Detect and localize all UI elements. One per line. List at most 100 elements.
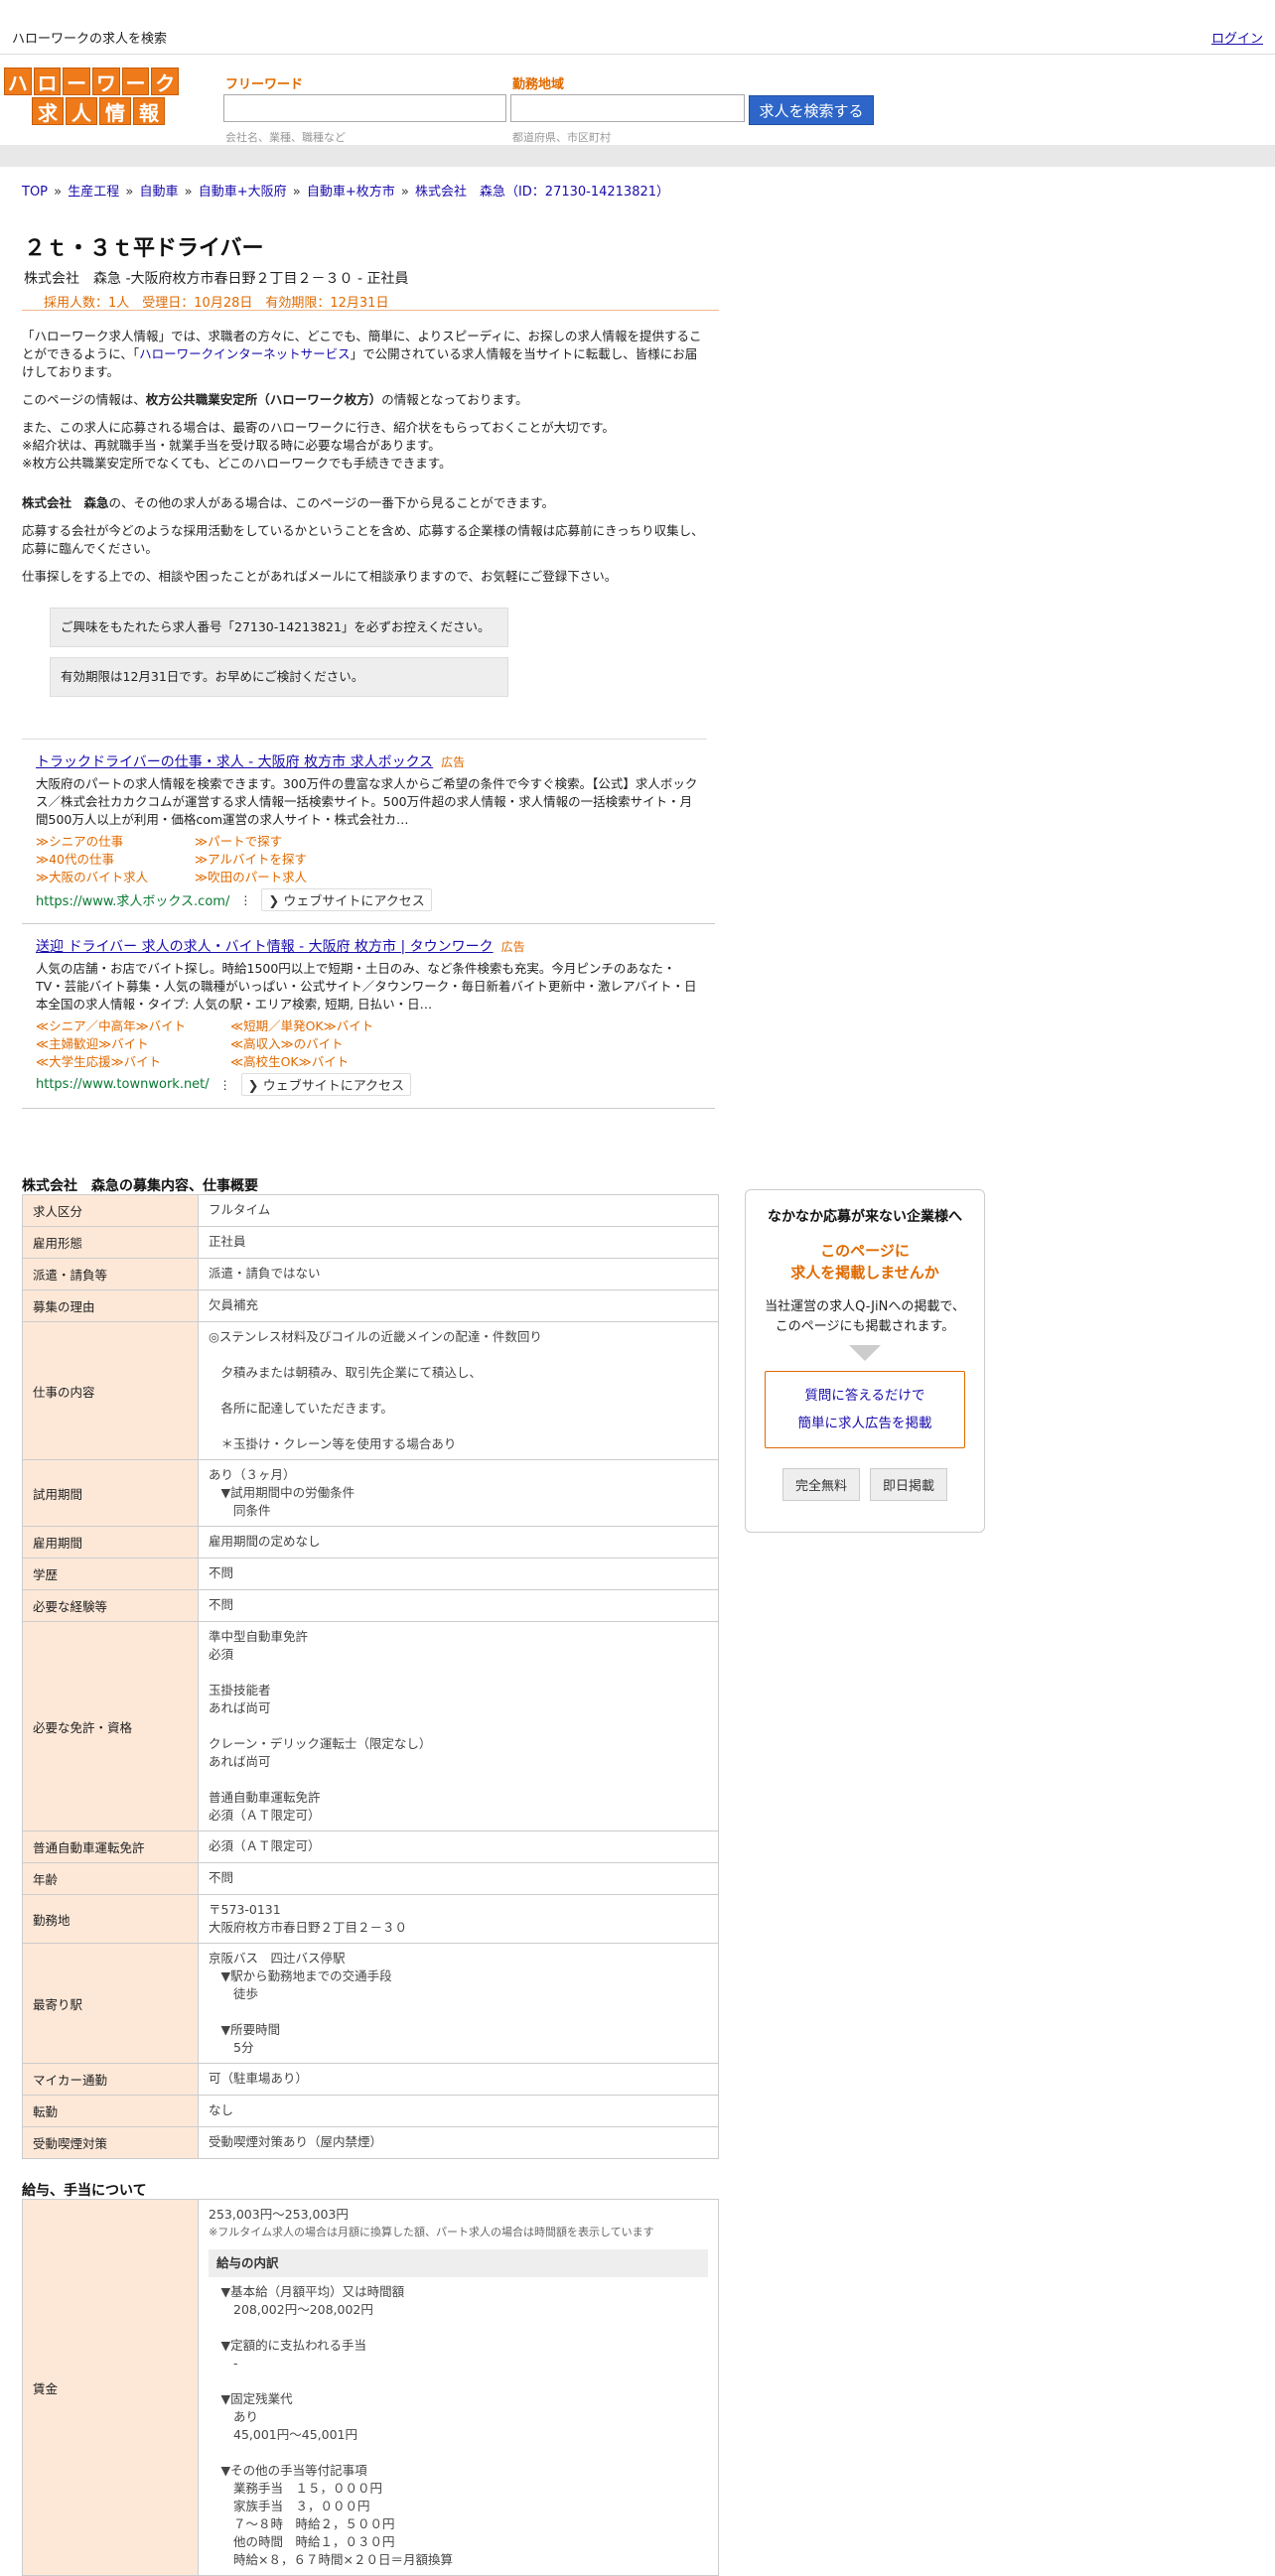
overview-title: 株式会社 森急の募集内容、仕事概要	[22, 1178, 258, 1194]
ad-sitelink[interactable]: ≫パートで探す	[195, 833, 393, 851]
keyword-label: フリーワード	[225, 77, 304, 92]
ad-sitelink[interactable]: ≪主婦歓迎≫バイト	[36, 1035, 230, 1053]
advertise-buttons: 完全無料 即日掲載	[746, 1468, 984, 1501]
same-day-button[interactable]: 即日掲載	[870, 1468, 948, 1501]
office-name: 枚方公共職業安定所（ハローワーク枚方）	[145, 392, 382, 407]
logo-char: 情	[99, 97, 131, 125]
area-input[interactable]	[510, 94, 745, 122]
table-row: マイカー通勤 可（駐車場あり）	[22, 2063, 719, 2096]
table-row: 派遣・請負等 派遣・請負ではない	[22, 1258, 719, 1290]
row-value: 派遣・請負ではない	[198, 1258, 719, 1290]
intro-text: このページの情報は、	[22, 392, 146, 407]
row-value: 京阪バス 四辻バス停駅 ▼駅から勤務地までの交通手段 徒歩 ▼所要時間 5分	[198, 1943, 719, 2064]
row-value: 不問	[198, 1862, 719, 1895]
ad-sitelink[interactable]: ≪大学生応援≫バイト	[36, 1053, 230, 1071]
advertise-links: 質問に答えるだけで 簡単に求人広告を掲載	[765, 1371, 965, 1448]
keyword-input[interactable]	[223, 94, 506, 122]
ad-tag: 広告	[441, 755, 466, 769]
visit-site-button[interactable]: ❯ ウェブサイトにアクセス	[240, 1073, 412, 1096]
more-options-icon[interactable]: ⋮	[219, 1078, 231, 1092]
advertise-box: なかなか応募が来ない企業様へ このページに 求人を掲載しませんか 当社運営の求人…	[745, 1189, 985, 1533]
ad-sitelink[interactable]: ≪高校生OK≫バイト	[230, 1053, 429, 1071]
advertise-link[interactable]: 簡単に求人広告を掲載	[798, 1416, 932, 1431]
row-label: 雇用形態	[22, 1226, 199, 1259]
row-value: 雇用期間の定めなし	[198, 1526, 719, 1559]
site-logo[interactable]: ハ ロ ー ワ ー ク 求 人 情 報	[4, 68, 180, 125]
table-row: 仕事の内容 ◎ステンレス材料及びコイルの近畿メインの配達・件数回り 夕積みまたは朝…	[22, 1321, 719, 1460]
logo-char: 報	[133, 97, 165, 125]
breadcrumb-link[interactable]: 自動車+大阪府	[199, 185, 287, 200]
logo-char: 求	[32, 97, 64, 125]
ad-title-link[interactable]: トラックドライバーの仕事・求人 - 大阪府 枚方市 求人ボックス	[36, 754, 433, 770]
overview-table: 求人区分 フルタイム 雇用形態 正社員 派遣・請負等 派遣・請負ではない 募集の理由 欠員補充…	[22, 1194, 719, 2159]
row-value: 〒573-0131 大阪府枚方市春日野２丁目２－３０	[198, 1894, 719, 1944]
notice-box: 有効期限は12月31日です。お早めにご検討ください。	[50, 657, 508, 697]
table-row: 必要な免許・資格 準中型自動車免許 必須 玉掛技能者 あれば尚可 クレーン・デリッ…	[22, 1621, 719, 1831]
logo-char: ク	[151, 68, 180, 95]
intro-section: 「ハローワーク求人情報」では、求職者の方々に、どこでも、簡単に、よりスピーディに…	[22, 328, 707, 707]
table-row: 受動喫煙対策 受動喫煙対策あり（屋内禁煙）	[22, 2126, 719, 2159]
advertise-description: 当社運営の求人Q-JiNへの掲載で、 このページにも掲載されます。	[765, 1299, 965, 1334]
divider-bar	[0, 145, 1275, 167]
ad-url[interactable]: https://www.求人ボックス.com/	[36, 890, 229, 909]
ad-title-link[interactable]: 送迎 ドライバー 求人の求人・バイト情報 - 大阪府 枚方市 | タウンワーク	[36, 939, 494, 955]
row-value: なし	[198, 2095, 719, 2127]
ad-sitelink[interactable]: ≫アルバイトを探す	[195, 851, 393, 869]
ad-url[interactable]: https://www.townwork.net/	[36, 1077, 210, 1092]
row-label: 最寄り駅	[22, 1943, 199, 2064]
row-value: 必須（ＡＴ限定可）	[198, 1830, 719, 1863]
row-value: ◎ステンレス材料及びコイルの近畿メインの配達・件数回り 夕積みまたは朝積み、取引…	[198, 1321, 719, 1460]
row-value: 受動喫煙対策あり（屋内禁煙）	[198, 2126, 719, 2159]
table-row: 学歴 不問	[22, 1558, 719, 1590]
table-row: 最寄り駅 京阪バス 四辻バス停駅 ▼駅から勤務地までの交通手段 徒歩 ▼所要時間 …	[22, 1943, 719, 2064]
search-button[interactable]: 求人を検索する	[749, 95, 874, 125]
row-label: 転勤	[22, 2095, 199, 2127]
logo-char: ワ	[92, 68, 120, 95]
row-label: 必要な免許・資格	[22, 1621, 199, 1831]
breadcrumb-link[interactable]: 生産工程	[68, 185, 119, 200]
breadcrumb-link[interactable]: 自動車+枚方市	[307, 185, 395, 200]
row-label: 年齢	[22, 1862, 199, 1895]
ad-url-row: https://www.求人ボックス.com/ ⋮ ❯ ウェブサイトにアクセス	[36, 888, 701, 911]
row-label: 必要な経験等	[22, 1589, 199, 1622]
ad-sitelinks: ≫シニアの仕事 ≫パートで探す ≫40代の仕事 ≫アルバイトを探す ≫大阪のバイ…	[36, 833, 701, 886]
advertise-catch: このページに 求人を掲載しませんか	[790, 1242, 939, 1282]
row-value: 準中型自動車免許 必須 玉掛技能者 あれば尚可 クレーン・デリック運転士（限定な…	[198, 1621, 719, 1831]
ad-sitelink[interactable]: ≪シニア／中高年≫バイト	[36, 1017, 230, 1035]
table-row: 転勤 なし	[22, 2095, 719, 2127]
row-value: 可（駐車場あり）	[198, 2063, 719, 2096]
job-header: ２ｔ・３ｔ平ドライバー 株式会社 森急 -大阪府枚方市春日野２丁目２－３０ - …	[24, 230, 719, 311]
breadcrumb-link[interactable]: TOP	[22, 185, 48, 200]
login-link[interactable]: ログイン	[1211, 28, 1263, 47]
free-button[interactable]: 完全無料	[781, 1468, 860, 1501]
intro-paragraph: また、この求人に応募される場合は、最寄のハローワークに行き、紹介状をもらっておく…	[22, 420, 615, 471]
ad-sitelink[interactable]: ≫吹田のパート求人	[195, 869, 393, 886]
advertise-link[interactable]: 質問に答えるだけで	[804, 1388, 924, 1404]
intro-paragraph: 仕事探しをする上での、相談や困ったことがあればメールにて相談承りますので、お気軽…	[22, 569, 618, 584]
visit-site-button[interactable]: ❯ ウェブサイトにアクセス	[261, 888, 432, 911]
company-name: 株式会社 森急	[22, 495, 109, 510]
row-label: 普通自動車運転免許	[22, 1830, 199, 1863]
ad-sitelink[interactable]: ≫大阪のバイト求人	[36, 869, 195, 886]
more-options-icon[interactable]: ⋮	[239, 893, 251, 907]
intro-paragraph: 応募する会社が今どのような採用活動をしているかということを含め、応募する企業様の…	[22, 523, 704, 556]
wage-breakdown: ▼基本給（月額平均）又は時間額 208,002円〜208,002円 ▼定額的に支…	[220, 2284, 453, 2567]
row-value: 不問	[198, 1589, 719, 1622]
ad-sitelink[interactable]: ≪短期／単発OK≫バイト	[230, 1017, 429, 1035]
ad-description: 大阪府のパートの求人情報を検索できます。300万件の豊富な求人からご希望の条件で…	[36, 776, 698, 827]
row-value: 253,003円〜253,003円 ※フルタイム求人の場合は月額に換算した額、パ…	[198, 2199, 719, 2576]
ad-url-row: https://www.townwork.net/ ⋮ ❯ ウェブサイトにアクセ…	[36, 1073, 701, 1096]
row-value: フルタイム	[198, 1194, 719, 1227]
row-label: 勤務地	[22, 1894, 199, 1944]
ad-sitelink[interactable]: ≪高収入≫のバイト	[230, 1035, 429, 1053]
hellowork-link[interactable]: ハローワークインターネットサービス	[139, 346, 351, 361]
wage-breakdown-title: 給与の内訳	[209, 2249, 708, 2277]
ad-sitelink[interactable]: ≫40代の仕事	[36, 851, 195, 869]
table-row: 雇用形態 正社員	[22, 1226, 719, 1259]
table-row: 勤務地 〒573-0131 大阪府枚方市春日野２丁目２－３０	[22, 1894, 719, 1944]
row-label: 雇用期間	[22, 1526, 199, 1559]
breadcrumb-link[interactable]: 株式会社 森急（ID：27130-14213821）	[415, 185, 669, 200]
breadcrumb-link[interactable]: 自動車	[139, 185, 178, 200]
site-title: ハローワークの求人を検索	[12, 32, 168, 47]
ad-sitelink[interactable]: ≫シニアの仕事	[36, 833, 195, 851]
